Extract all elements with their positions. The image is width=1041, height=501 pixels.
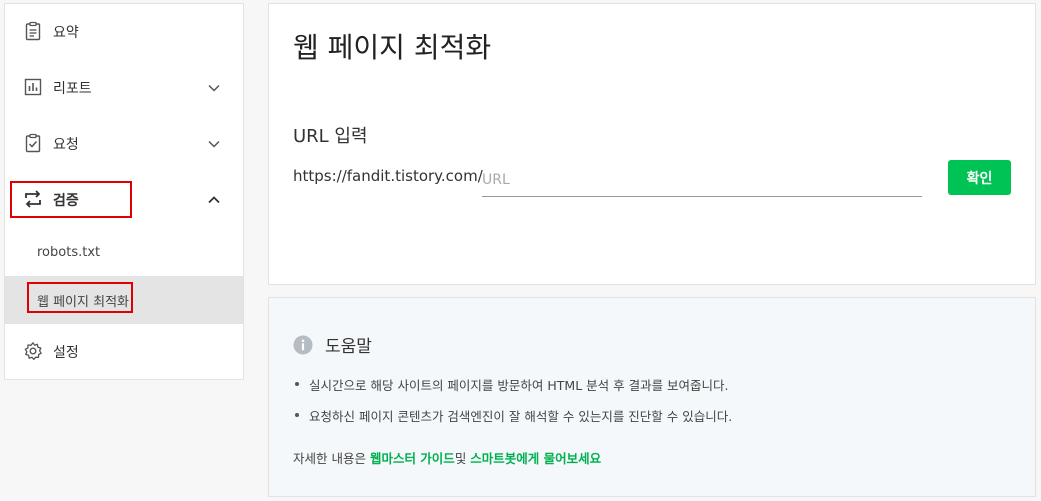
info-icon <box>293 335 313 354</box>
webmaster-guide-link[interactable]: 웹마스터 가이드 <box>370 451 455 466</box>
help-panel: 도움말 실시간으로 해당 사이트의 페이지를 방문하여 HTML 분석 후 결과… <box>268 297 1036 497</box>
bar-chart-icon <box>24 78 42 96</box>
sidebar-subitem-label: robots.txt <box>37 244 101 260</box>
sidebar-item-verify[interactable]: 검증 <box>5 172 243 228</box>
sidebar-item-request[interactable]: 요청 <box>5 116 243 172</box>
smartbot-link[interactable]: 스마트봇에게 물어보세요 <box>470 451 601 466</box>
sidebar-item-report[interactable]: 리포트 <box>5 60 243 116</box>
help-list: 실시간으로 해당 사이트의 페이지를 방문하여 HTML 분석 후 결과를 보여… <box>293 375 732 437</box>
help-footer: 자세한 내용은 웹마스터 가이드및 스마트봇에게 물어보세요 <box>293 448 601 467</box>
sidebar-item-label: 요청 <box>53 137 79 153</box>
sidebar-subitem-robots[interactable]: robots.txt <box>5 228 243 276</box>
sidebar-item-summary[interactable]: 요약 <box>5 4 243 60</box>
page-title: 웹 페이지 최적화 <box>293 31 492 64</box>
url-input[interactable] <box>482 163 922 197</box>
sidebar: 요약 리포트 요청 검증 robots.txt 웹 페이지 최적화 설정 <box>4 3 244 380</box>
help-bullet: 실시간으로 해당 사이트의 페이지를 방문하여 HTML 분석 후 결과를 보여… <box>293 375 732 406</box>
url-input-label: URL 입력 <box>293 126 368 147</box>
sidebar-subitem-web-optimization[interactable]: 웹 페이지 최적화 <box>5 276 243 324</box>
sidebar-item-label: 리포트 <box>53 81 92 97</box>
url-prefix: https://fandit.tistory.com/ <box>293 167 483 185</box>
sidebar-item-settings[interactable]: 설정 <box>5 324 243 380</box>
url-form-panel: URL 입력 https://fandit.tistory.com/ 확인 <box>268 88 1036 285</box>
gear-icon <box>24 342 42 361</box>
title-panel: 웹 페이지 최적화 <box>268 3 1036 89</box>
help-footer-mid: 및 <box>454 451 471 466</box>
help-header: 도움말 <box>293 332 372 357</box>
chevron-up-icon[interactable] <box>205 191 223 209</box>
sidebar-item-label: 설정 <box>53 345 79 361</box>
chevron-down-icon[interactable] <box>205 135 223 153</box>
help-title: 도움말 <box>325 337 372 357</box>
help-bullet: 요청하신 페이지 콘텐츠가 검색엔진이 잘 해석할 수 있는지를 진단할 수 있… <box>293 406 732 437</box>
sidebar-item-label: 검증 <box>53 193 79 209</box>
help-footer-prefix: 자세한 내용은 <box>293 451 370 466</box>
chevron-down-icon[interactable] <box>205 79 223 97</box>
swap-arrows-icon <box>25 190 41 208</box>
sidebar-subitem-label: 웹 페이지 최적화 <box>37 294 129 310</box>
confirm-button[interactable]: 확인 <box>948 160 1011 195</box>
checklist-icon <box>25 133 41 153</box>
sidebar-item-label: 요약 <box>53 25 79 41</box>
clipboard-icon <box>25 21 41 41</box>
